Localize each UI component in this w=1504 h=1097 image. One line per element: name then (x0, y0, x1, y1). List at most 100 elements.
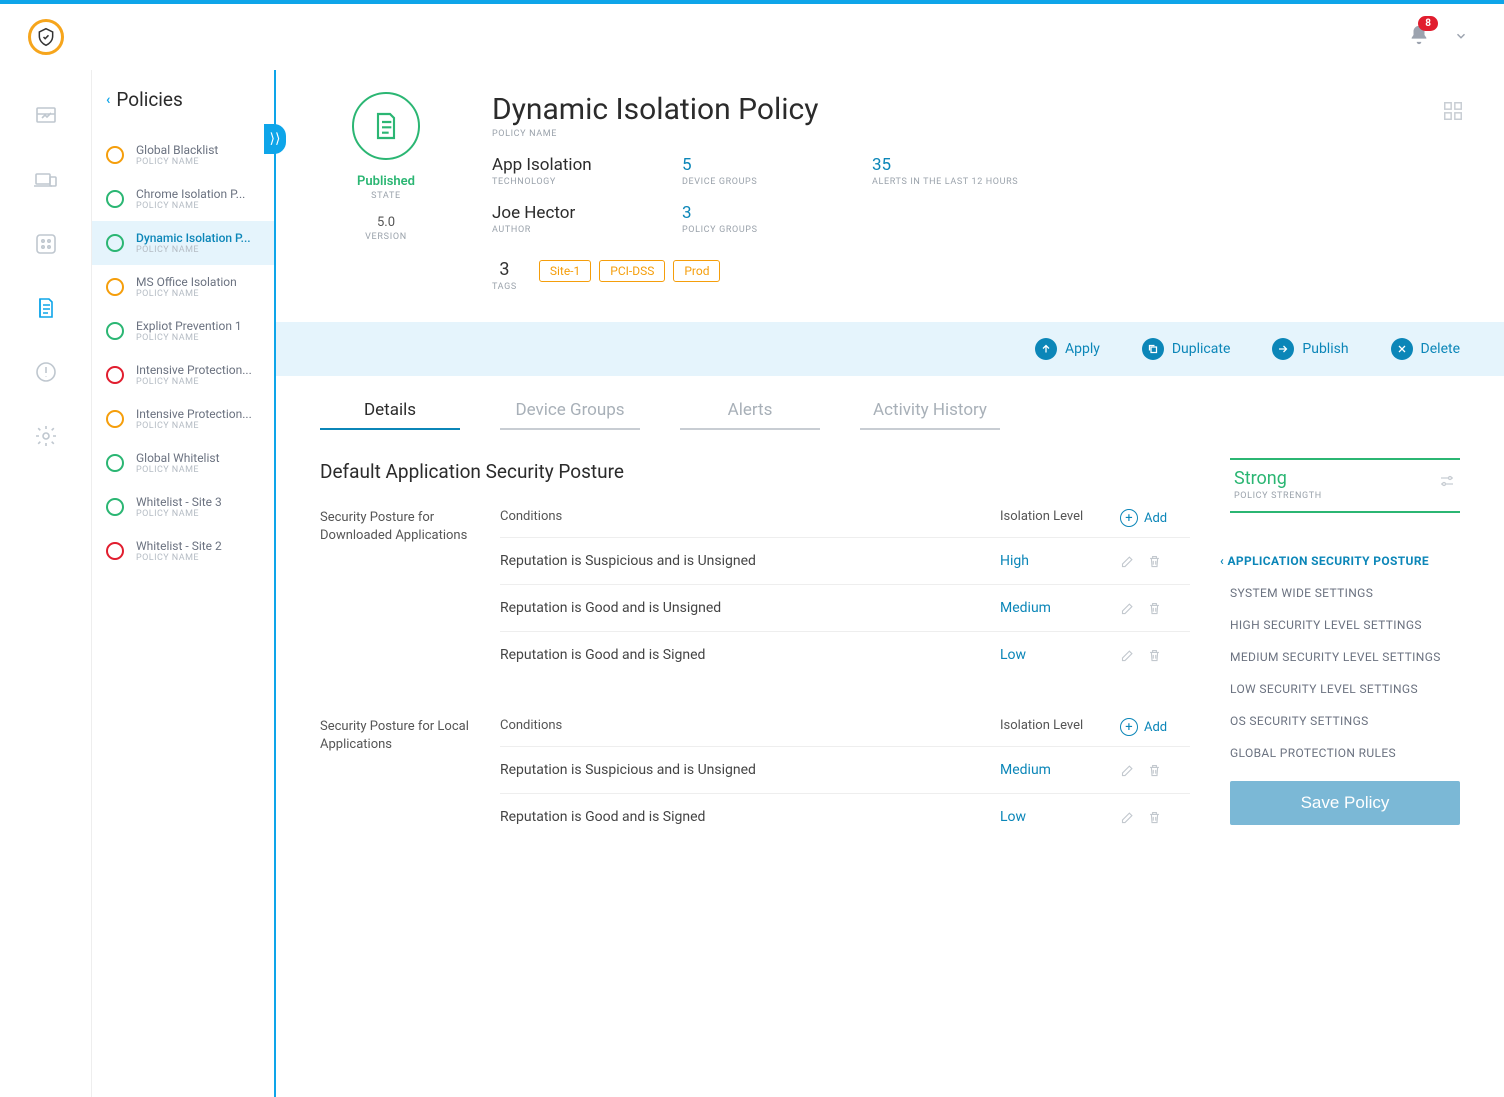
duplicate-label: Duplicate (1172, 341, 1231, 357)
policy-list-item[interactable]: MS Office IsolationPOLICY NAME (92, 265, 274, 309)
rule-condition: Reputation is Good and is Signed (500, 647, 1000, 663)
author-label: AUTHOR (492, 225, 682, 235)
policy-list-item[interactable]: Whitelist - Site 2POLICY NAME (92, 529, 274, 573)
sidebar-collapse-toggle[interactable]: ⟩⟩ (264, 124, 286, 154)
delete-button[interactable]: Delete (1391, 338, 1460, 360)
add-rule-button[interactable]: +Add (1120, 718, 1190, 736)
trash-icon[interactable] (1147, 648, 1162, 663)
trash-icon[interactable] (1147, 763, 1162, 778)
sidebar-back-chevron[interactable]: ‹ (106, 92, 110, 108)
policy-item-name: Global Blacklist (136, 143, 218, 157)
policy-title-sub: POLICY NAME (492, 129, 1386, 139)
policy-item-name: MS Office Isolation (136, 275, 237, 289)
publish-label: Publish (1302, 341, 1348, 357)
policy-list-item[interactable]: Global WhitelistPOLICY NAME (92, 441, 274, 485)
rule-condition: Reputation is Suspicious and is Unsigned (500, 553, 1000, 569)
trash-icon[interactable] (1147, 810, 1162, 825)
status-circle-icon (106, 410, 124, 428)
save-policy-button[interactable]: Save Policy (1230, 781, 1460, 825)
status-circle-icon (106, 146, 124, 164)
edit-icon[interactable] (1120, 554, 1135, 569)
edit-icon[interactable] (1120, 763, 1135, 778)
policy-list-item[interactable]: Chrome Isolation P...POLICY NAME (92, 177, 274, 221)
policy-item-name: Whitelist - Site 2 (136, 539, 222, 553)
layout-grid-icon[interactable] (1442, 100, 1464, 292)
tab-device-groups[interactable]: Device Groups (500, 400, 640, 430)
rail-alerts-icon[interactable] (32, 358, 60, 386)
settings-nav-item[interactable]: APPLICATION SECURITY POSTURE (1230, 545, 1460, 577)
col-conditions: Conditions (500, 718, 1000, 736)
trash-icon[interactable] (1147, 554, 1162, 569)
col-level: Isolation Level (1000, 509, 1120, 527)
publish-button[interactable]: Publish (1272, 338, 1348, 360)
duplicate-button[interactable]: Duplicate (1142, 338, 1231, 360)
settings-nav-item[interactable]: MEDIUM SECURITY LEVEL SETTINGS (1230, 641, 1460, 673)
policy-list-item[interactable]: Expliot Prevention 1POLICY NAME (92, 309, 274, 353)
plus-icon: + (1120, 718, 1138, 736)
policy-list-item[interactable]: Dynamic Isolation P...POLICY NAME (92, 221, 274, 265)
status-circle-icon (106, 498, 124, 516)
policy-list-item[interactable]: Intensive Protection...POLICY NAME (92, 353, 274, 397)
tag-chip[interactable]: Site-1 (539, 260, 591, 282)
technology-value: App Isolation (492, 155, 682, 175)
user-menu-toggle[interactable] (1454, 28, 1468, 47)
policy-item-name: Expliot Prevention 1 (136, 319, 242, 333)
rule-level[interactable]: High (1000, 553, 1120, 569)
settings-nav-item[interactable]: SYSTEM WIDE SETTINGS (1230, 577, 1460, 609)
rail-apps-icon[interactable] (32, 230, 60, 258)
edit-icon[interactable] (1120, 601, 1135, 616)
policy-state: Published (357, 174, 415, 189)
policy-item-name: Global Whitelist (136, 451, 220, 465)
rule-condition: Reputation is Suspicious and is Unsigned (500, 762, 1000, 778)
apply-button[interactable]: Apply (1035, 338, 1100, 360)
settings-nav-item[interactable]: OS SECURITY SETTINGS (1230, 705, 1460, 737)
status-circle-icon (106, 542, 124, 560)
add-label: Add (1144, 511, 1167, 526)
sidebar-title: Policies (116, 88, 182, 111)
rule-row: Reputation is Good and is Unsigned Mediu… (500, 584, 1190, 631)
policies-sidebar: ⟩⟩ ‹ Policies Global BlacklistPOLICY NAM… (92, 70, 276, 1097)
sliders-icon[interactable] (1438, 472, 1456, 494)
tab-activity-history[interactable]: Activity History (860, 400, 1000, 430)
settings-nav-item[interactable]: GLOBAL PROTECTION RULES (1230, 737, 1460, 769)
trash-icon[interactable] (1147, 601, 1162, 616)
policy-list-item[interactable]: Whitelist - Site 3POLICY NAME (92, 485, 274, 529)
notifications-bell[interactable]: 8 (1408, 24, 1430, 50)
policy-item-name: Whitelist - Site 3 (136, 495, 222, 509)
policy-list-item[interactable]: Intensive Protection...POLICY NAME (92, 397, 274, 441)
rule-level[interactable]: Medium (1000, 762, 1120, 778)
rule-level[interactable]: Low (1000, 647, 1120, 663)
rule-level[interactable]: Low (1000, 809, 1120, 825)
add-rule-button[interactable]: +Add (1120, 509, 1190, 527)
policy-groups-value[interactable]: 3 (682, 203, 872, 223)
policy-item-name: Intensive Protection... (136, 407, 252, 421)
settings-nav-item[interactable]: LOW SECURITY LEVEL SETTINGS (1230, 673, 1460, 705)
rail-devices-icon[interactable] (32, 166, 60, 194)
rule-level[interactable]: Medium (1000, 600, 1120, 616)
tab-details[interactable]: Details (320, 400, 460, 430)
nav-rail (0, 70, 92, 1097)
edit-icon[interactable] (1120, 810, 1135, 825)
policy-item-sub: POLICY NAME (136, 157, 218, 167)
policy-list-item[interactable]: Global BlacklistPOLICY NAME (92, 133, 274, 177)
rail-settings-icon[interactable] (32, 422, 60, 450)
policy-item-name: Intensive Protection... (136, 363, 252, 377)
device-groups-value[interactable]: 5 (682, 155, 872, 175)
rail-dashboard-icon[interactable] (32, 102, 60, 130)
rail-policies-icon[interactable] (32, 294, 60, 322)
rule-condition: Reputation is Good and is Signed (500, 809, 1000, 825)
apply-label: Apply (1065, 341, 1100, 357)
settings-nav-item[interactable]: HIGH SECURITY LEVEL SETTINGS (1230, 609, 1460, 641)
policy-strength-sub: POLICY STRENGTH (1234, 491, 1322, 501)
col-level: Isolation Level (1000, 718, 1120, 736)
tab-alerts[interactable]: Alerts (680, 400, 820, 430)
policy-item-sub: POLICY NAME (136, 553, 222, 563)
alerts-value[interactable]: 35 (872, 155, 1062, 175)
author-value: Joe Hector (492, 203, 682, 223)
status-circle-icon (106, 190, 124, 208)
rule-condition: Reputation is Good and is Unsigned (500, 600, 1000, 616)
tag-chip[interactable]: Prod (673, 260, 720, 282)
edit-icon[interactable] (1120, 648, 1135, 663)
app-logo[interactable] (28, 19, 64, 55)
tag-chip[interactable]: PCI-DSS (599, 260, 665, 282)
